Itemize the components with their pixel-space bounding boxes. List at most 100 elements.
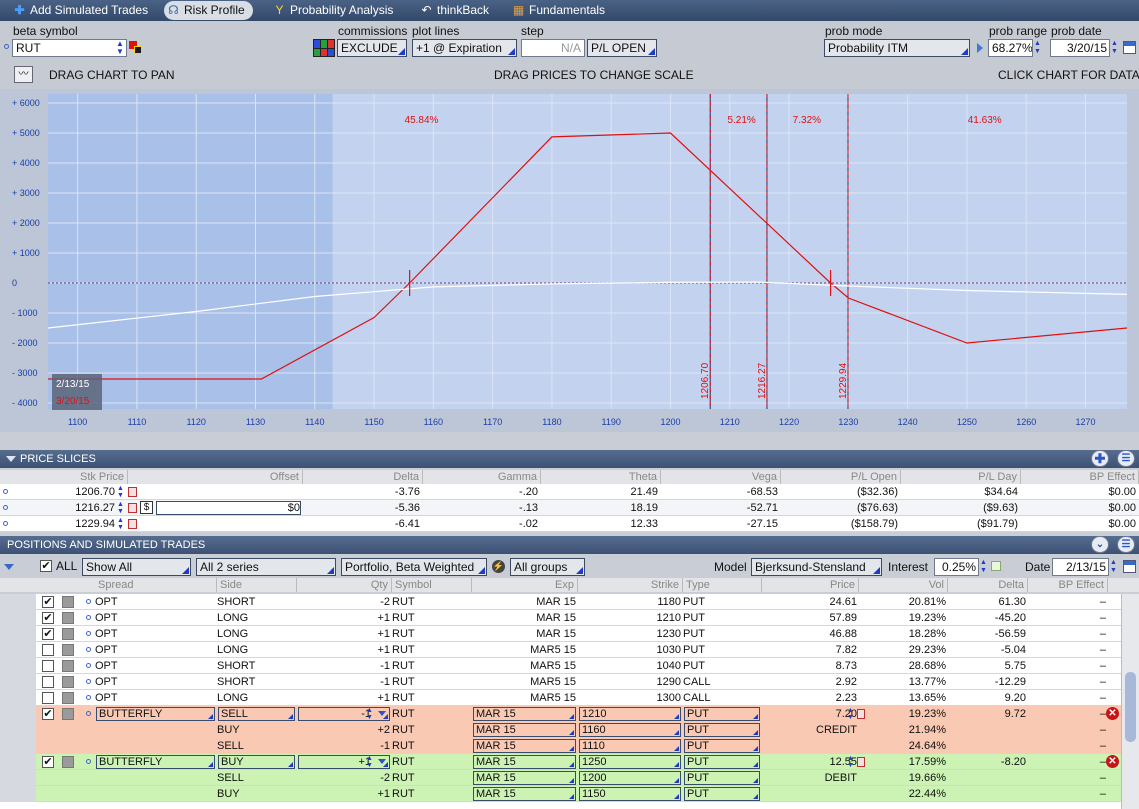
row-checkbox[interactable] bbox=[42, 644, 54, 656]
risk-profile-chart[interactable]: 1206.70 1216.27 1229.94 45.84% 5.21% 7.32% 41.… bbox=[0, 89, 1139, 432]
color-swatch[interactable] bbox=[62, 628, 74, 640]
show-all-select[interactable]: Show All bbox=[82, 558, 191, 576]
simulated-trade-row[interactable]: SELL -1 RUT MAR 15 1110 PUT 24.64% – bbox=[0, 738, 1139, 754]
color-swatch[interactable] bbox=[62, 660, 74, 672]
positions-menu-button[interactable]: ☰ bbox=[1117, 536, 1135, 553]
interest-field[interactable]: 0.25% bbox=[934, 558, 979, 576]
link-dot-icon[interactable] bbox=[3, 505, 8, 510]
chart-toggle-icon[interactable]: 〰 bbox=[14, 66, 33, 83]
cell-side[interactable]: BUY bbox=[218, 755, 295, 769]
cell-type[interactable]: PUT bbox=[684, 723, 760, 737]
header-strike[interactable]: Strike bbox=[578, 578, 683, 592]
header-theta[interactable]: Theta bbox=[541, 470, 661, 484]
link-dot-icon[interactable] bbox=[86, 631, 91, 636]
header-symbol[interactable]: Symbol bbox=[392, 578, 472, 592]
header-price[interactable]: Price bbox=[762, 578, 859, 592]
spinner-icon[interactable]: ▲ ▼ bbox=[117, 517, 125, 531]
tab-add-simulated-trades[interactable]: ✚ Add Simulated Trades bbox=[10, 1, 148, 20]
cell-side[interactable]: SELL bbox=[218, 707, 295, 721]
lock-icon[interactable] bbox=[857, 709, 865, 719]
position-row[interactable]: ✔ OPT SHORT -2 RUT MAR 15 1180 PUT 24.61 20.81% 61… bbox=[0, 594, 1139, 610]
cell-qty[interactable]: -1 bbox=[298, 707, 390, 721]
color-squares-icon[interactable] bbox=[129, 41, 142, 54]
simulated-trade-row[interactable]: BUY +2 RUT MAR 15 1160 PUT CREDIT 21.94% – bbox=[0, 722, 1139, 738]
row-checkbox[interactable]: ✔ bbox=[42, 612, 54, 624]
menu-button[interactable]: ☰ bbox=[1117, 450, 1135, 467]
cell-qty[interactable]: +1 bbox=[298, 755, 390, 769]
tab-risk-profile[interactable]: ☊ Risk Profile bbox=[164, 1, 253, 20]
link-dot-icon[interactable] bbox=[3, 521, 8, 526]
slice-stk-price[interactable]: 1206.70 bbox=[10, 484, 115, 500]
all-checkbox[interactable]: ✔ bbox=[40, 560, 52, 572]
link-dot-icon[interactable] bbox=[86, 599, 91, 604]
tab-thinkback[interactable]: ↶ thinkBack bbox=[417, 1, 489, 20]
beta-symbol-field[interactable]: RUT bbox=[12, 39, 127, 57]
slice-stk-price[interactable]: 1216.27 bbox=[10, 500, 115, 516]
groups-select[interactable]: All groups bbox=[510, 558, 585, 576]
scrollbar-thumb[interactable] bbox=[1125, 672, 1136, 742]
tab-probability-analysis[interactable]: Y Probability Analysis bbox=[270, 1, 393, 20]
slice-offset[interactable] bbox=[155, 516, 300, 532]
link-dot-icon[interactable] bbox=[86, 647, 91, 652]
cell-exp[interactable]: MAR 15 bbox=[473, 787, 576, 801]
row-checkbox[interactable] bbox=[42, 660, 54, 672]
price-slices-header[interactable]: PRICE SLICES ✚ ☰ bbox=[0, 450, 1139, 468]
tab-fundamentals[interactable]: ▦ Fundamentals bbox=[509, 1, 605, 20]
price-slice-row[interactable]: 1206.70 -3.76 -.20 21.49 -68.53 ($32.36) $34.6… bbox=[0, 484, 1139, 500]
header-side[interactable]: Side bbox=[217, 578, 297, 592]
cell-type[interactable]: PUT bbox=[684, 771, 760, 785]
color-swatch[interactable] bbox=[62, 692, 74, 704]
lock-icon[interactable] bbox=[128, 487, 137, 497]
collapse-triangle-icon[interactable] bbox=[6, 456, 16, 462]
pl-chart-svg[interactable]: 1206.70 1216.27 1229.94 45.84% 5.21% 7.32% 41.… bbox=[0, 89, 1139, 432]
header-stk-price[interactable]: Stk Price bbox=[10, 470, 128, 484]
expand-triangle-icon[interactable] bbox=[4, 564, 14, 570]
cell-spread[interactable]: BUTTERFLY bbox=[96, 755, 215, 769]
slice-offset[interactable] bbox=[155, 484, 300, 500]
remove-trade-icon[interactable]: ✕ bbox=[1106, 755, 1119, 768]
cell-type[interactable]: PUT bbox=[684, 739, 760, 753]
header-bp[interactable]: BP Effect bbox=[1028, 578, 1108, 592]
pl-open-select[interactable]: P/L OPEN bbox=[587, 39, 657, 57]
header-exp[interactable]: Exp bbox=[472, 578, 578, 592]
row-checkbox[interactable] bbox=[42, 692, 54, 704]
color-swatch[interactable] bbox=[62, 676, 74, 688]
lock-icon[interactable] bbox=[991, 561, 1001, 571]
lock-icon[interactable] bbox=[128, 519, 137, 529]
row-checkbox[interactable] bbox=[42, 676, 54, 688]
cell-type[interactable]: PUT bbox=[684, 787, 760, 801]
portfolio-select[interactable]: Portfolio, Beta Weighted bbox=[341, 558, 487, 576]
date-field[interactable]: 2/13/15 bbox=[1052, 558, 1109, 576]
header-vol[interactable]: Vol bbox=[866, 578, 948, 592]
header-offset[interactable]: Offset bbox=[128, 470, 303, 484]
cell-exp[interactable]: MAR 15 bbox=[473, 739, 576, 753]
spinner-icon[interactable]: ▲ ▼ bbox=[1034, 40, 1044, 56]
simulated-trade-row[interactable]: SELL -2 RUT MAR 15 1200 PUT DEBIT 19.66% – bbox=[0, 770, 1139, 786]
link-dot-icon[interactable] bbox=[86, 663, 91, 668]
position-row[interactable]: ✔ OPT LONG +1 RUT MAR 15 1230 PUT 46.88 18.28% -56… bbox=[0, 626, 1139, 642]
step-field[interactable]: N/A bbox=[521, 39, 585, 57]
cell-strike[interactable]: 1210 bbox=[579, 707, 681, 721]
up-down-arrows-icon[interactable]: ▲ ▼ bbox=[114, 40, 126, 56]
lock-icon[interactable] bbox=[128, 503, 137, 513]
header-pl-open[interactable]: P/L Open bbox=[781, 470, 901, 484]
row-checkbox[interactable]: ✔ bbox=[42, 596, 54, 608]
spinner-icon[interactable]: ▲ ▼ bbox=[980, 559, 989, 575]
header-delta[interactable]: Delta bbox=[303, 470, 423, 484]
cell-type[interactable]: PUT bbox=[684, 707, 760, 721]
color-swatch[interactable] bbox=[62, 708, 74, 720]
link-dot-icon[interactable] bbox=[86, 711, 91, 716]
position-row[interactable]: OPT SHORT -1 RUT MAR5 15 1040 PUT 8.73 28.68% 5.7… bbox=[0, 658, 1139, 674]
cell-spread[interactable]: BUTTERFLY bbox=[96, 707, 215, 721]
header-qty[interactable]: Qty bbox=[297, 578, 392, 592]
row-checkbox[interactable]: ✔ bbox=[42, 708, 54, 720]
cell-strike[interactable]: 1200 bbox=[579, 771, 681, 785]
qty-spinner-icon[interactable]: ▲ ▼ bbox=[366, 755, 374, 769]
price-slice-row[interactable]: 1229.94 -6.41 -.02 12.33 -27.15 ($158.79) ($91… bbox=[0, 516, 1139, 532]
calendar-icon[interactable] bbox=[1123, 41, 1136, 54]
series-select[interactable]: All 2 series bbox=[196, 558, 336, 576]
spinner-icon[interactable]: ▲ ▼ bbox=[117, 485, 125, 499]
spinner-icon[interactable]: ▲ ▼ bbox=[117, 501, 125, 515]
prob-range-field[interactable]: 68.27% bbox=[988, 39, 1033, 57]
header-type[interactable]: Type bbox=[683, 578, 762, 592]
